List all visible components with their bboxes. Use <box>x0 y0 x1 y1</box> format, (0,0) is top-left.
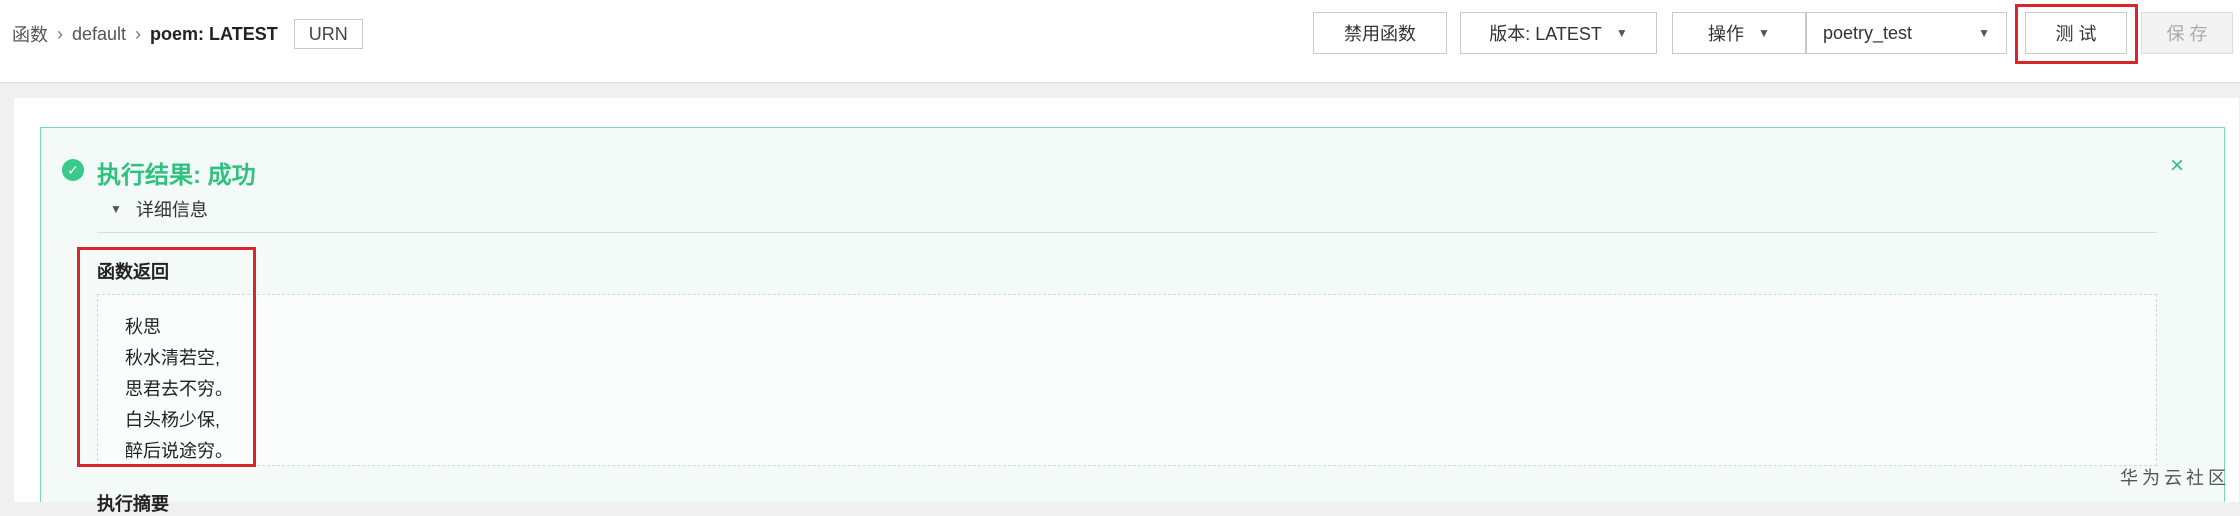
breadcrumb-current: poem: LATEST <box>150 23 278 44</box>
details-toggle[interactable]: ▼ 详细信息 <box>110 196 208 222</box>
version-dropdown[interactable]: 版本: LATEST ▼ <box>1460 12 1657 54</box>
actions-dropdown[interactable]: 操作 ▼ <box>1672 12 1806 54</box>
version-label: 版本: LATEST <box>1489 24 1602 44</box>
actions-label: 操作 <box>1708 24 1745 44</box>
success-check-icon: ✓ <box>62 159 84 181</box>
disable-function-label: 禁用函数 <box>1344 24 1416 44</box>
breadcrumb-default[interactable]: default <box>72 24 126 45</box>
divider <box>97 232 2157 233</box>
watermark: 华为云社区 <box>2120 468 2230 488</box>
function-return-highlight <box>77 247 256 467</box>
breadcrumb-separator: › <box>135 23 142 44</box>
chevron-down-icon: ▼ <box>1758 26 1770 40</box>
breadcrumb-separator: › <box>57 23 63 44</box>
close-icon[interactable]: × <box>2170 152 2184 180</box>
top-bar: 函数 › default › poem: LATEST URN 禁用函数 版本:… <box>0 0 2240 83</box>
caret-down-icon: ▼ <box>110 202 122 216</box>
disable-function-button[interactable]: 禁用函数 <box>1313 12 1447 54</box>
chevron-down-icon: ▼ <box>1615 26 1628 40</box>
save-button[interactable]: 保 存 <box>2141 12 2233 54</box>
urn-button[interactable]: URN <box>293 19 363 49</box>
breadcrumb-functions[interactable]: 函数 <box>12 21 48 47</box>
test-event-select[interactable]: poetry_test ▼ <box>1806 12 2007 54</box>
test-event-value: poetry_test <box>1823 22 1913 43</box>
test-button-highlight <box>2015 4 2138 64</box>
chevron-down-icon: ▼ <box>1978 26 1990 40</box>
details-label: 详细信息 <box>135 200 208 220</box>
save-label: 保 存 <box>2166 24 2208 44</box>
execution-summary-title: 执行摘要 <box>97 494 169 514</box>
breadcrumb: 函数 › default › poem: LATEST URN <box>12 19 363 49</box>
function-return-box <box>97 294 2157 466</box>
execution-status: 执行结果: 成功 <box>97 162 256 189</box>
